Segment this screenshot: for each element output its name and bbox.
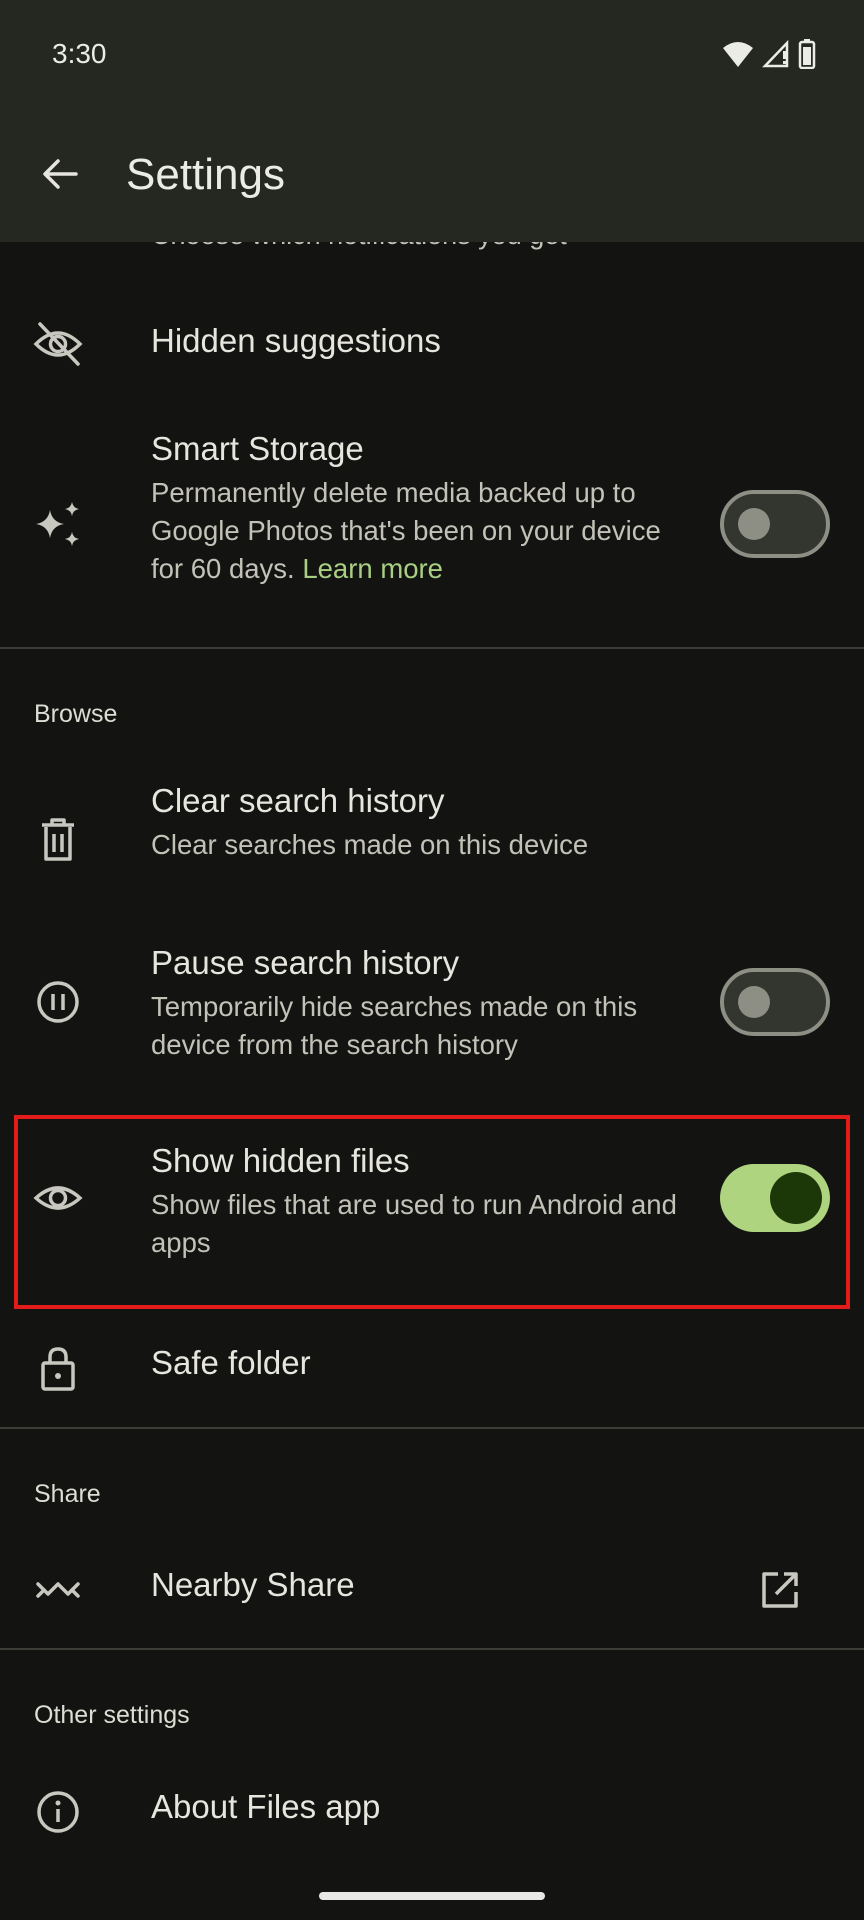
hidden-suggestions-item[interactable]: Hidden suggestions bbox=[0, 292, 864, 396]
status-time: 3:30 bbox=[52, 38, 107, 69]
smart-storage-toggle[interactable] bbox=[720, 490, 830, 558]
section-header-browse: Browse bbox=[34, 700, 118, 728]
nearby-share-title: Nearby Share bbox=[151, 1566, 355, 1603]
smart-storage-subtitle: Permanently delete media backed up to Go… bbox=[151, 474, 691, 588]
open-external-icon[interactable] bbox=[752, 1562, 808, 1618]
lock-icon bbox=[30, 1340, 86, 1396]
trash-icon bbox=[30, 812, 86, 868]
section-header-share: Share bbox=[34, 1480, 101, 1508]
pause-search-history-item[interactable]: Pause search history Temporarily hide se… bbox=[0, 944, 864, 1094]
battery-icon bbox=[798, 39, 816, 69]
sparkle-icon bbox=[30, 496, 86, 552]
highlight-box bbox=[14, 1115, 850, 1309]
divider bbox=[0, 647, 864, 649]
nearby-share-item[interactable]: Nearby Share bbox=[0, 1542, 864, 1642]
status-icons bbox=[722, 38, 816, 70]
section-header-other-settings: Other settings bbox=[34, 1701, 190, 1729]
clear-search-history-subtitle: Clear searches made on this device bbox=[151, 829, 589, 860]
clear-search-history-item[interactable]: Clear search history Clear searches made… bbox=[0, 782, 864, 902]
info-icon bbox=[30, 1784, 86, 1840]
toggle-knob bbox=[738, 508, 770, 540]
pause-search-history-subtitle: Temporarily hide searches made on this d… bbox=[151, 991, 638, 1060]
divider bbox=[0, 1427, 864, 1429]
about-files-app-item[interactable]: About Files app bbox=[0, 1764, 864, 1864]
home-indicator[interactable] bbox=[319, 1892, 545, 1900]
pause-search-history-toggle[interactable] bbox=[720, 968, 830, 1036]
hidden-suggestions-title: Hidden suggestions bbox=[151, 322, 441, 359]
partial-subtitle: Choose which notifications you get bbox=[151, 242, 567, 251]
smart-storage-item[interactable]: Smart Storage Permanently delete media b… bbox=[0, 430, 864, 636]
arrow-back-icon bbox=[43, 159, 78, 189]
learn-more-link[interactable]: Learn more bbox=[302, 553, 443, 584]
safe-folder-title: Safe folder bbox=[151, 1344, 311, 1381]
page-title: Settings bbox=[126, 150, 285, 199]
wifi-icon bbox=[723, 42, 753, 67]
settings-list[interactable]: Choose which notifications you get Hidde… bbox=[0, 242, 864, 1920]
status-bar: 3:30 bbox=[0, 0, 864, 110]
clear-search-history-title: Clear search history bbox=[151, 782, 445, 819]
toggle-knob bbox=[738, 986, 770, 1018]
smart-storage-title: Smart Storage bbox=[151, 430, 364, 467]
back-button[interactable] bbox=[28, 142, 92, 206]
about-files-app-title: About Files app bbox=[151, 1788, 381, 1825]
pause-circle-icon bbox=[30, 974, 86, 1030]
eye-off-icon bbox=[30, 316, 86, 372]
nearby-share-icon bbox=[30, 1562, 86, 1618]
signal-icon bbox=[762, 40, 789, 68]
divider bbox=[0, 1648, 864, 1650]
pause-search-history-title: Pause search history bbox=[151, 944, 460, 981]
safe-folder-item[interactable]: Safe folder bbox=[0, 1318, 864, 1418]
app-bar: Settings bbox=[0, 110, 864, 242]
